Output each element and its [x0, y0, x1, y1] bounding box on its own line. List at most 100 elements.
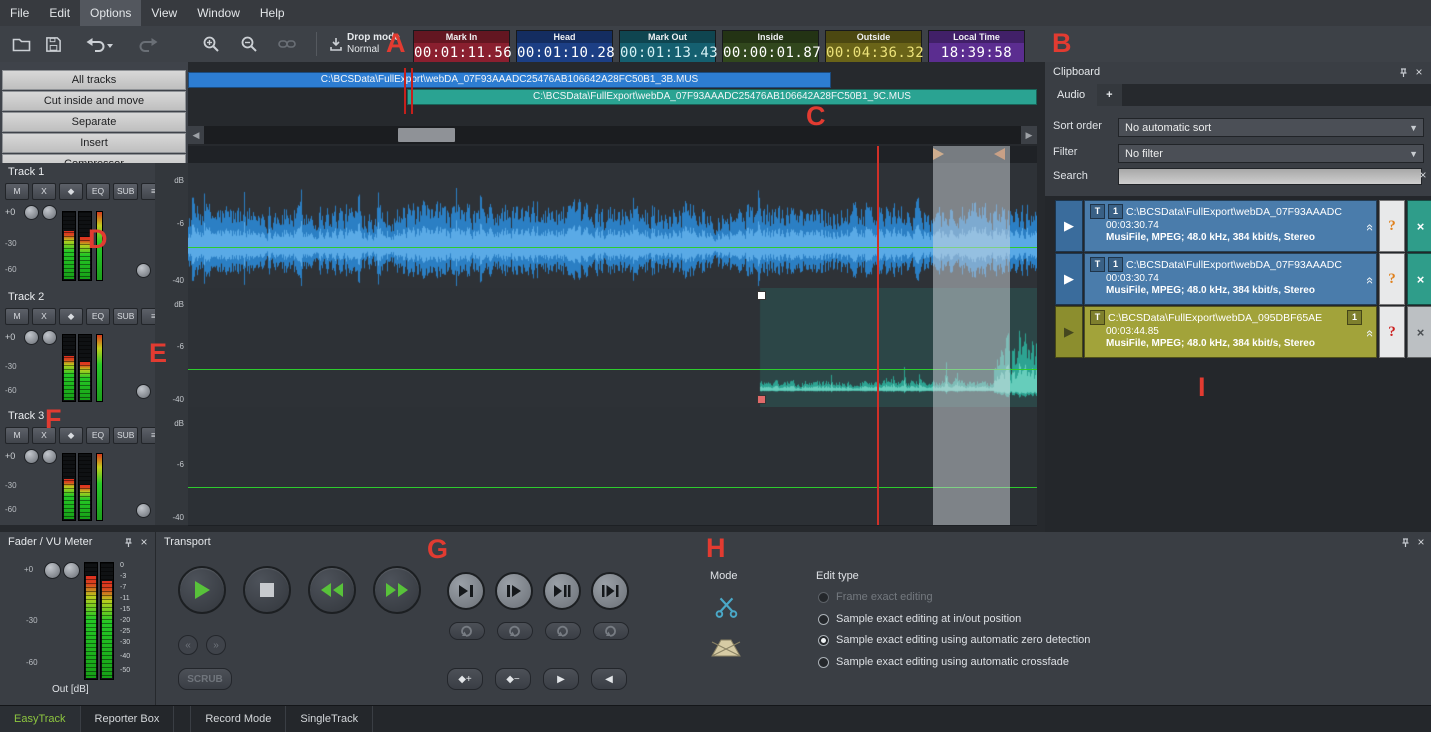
- search-clear-icon[interactable]: ×: [1417, 168, 1429, 182]
- help-question-icon[interactable]: ?: [1379, 253, 1405, 305]
- help-question-icon[interactable]: ?: [1379, 306, 1405, 358]
- cut-mode-icon[interactable]: [714, 594, 740, 620]
- timeline-ruler[interactable]: [188, 146, 1037, 164]
- overview-clip-1[interactable]: C:\BCSData\FullExport\webDA_07F93AAADC25…: [188, 72, 831, 88]
- filter-select[interactable]: No filter▼: [1118, 144, 1424, 163]
- link-tool-button[interactable]: [274, 31, 300, 57]
- eq-button[interactable]: EQ: [86, 427, 110, 444]
- sub-button[interactable]: SUB: [113, 183, 138, 200]
- gain-knob-left[interactable]: [24, 205, 39, 220]
- track2-wave-area[interactable]: [188, 288, 1037, 408]
- clip-info[interactable]: T1C:\BCSData\FullExport\webDA_07F93AAADC…: [1084, 253, 1377, 305]
- zoom-out-button[interactable]: [236, 31, 262, 57]
- all-tracks-button[interactable]: All tracks: [2, 70, 186, 90]
- clip-handle-top[interactable]: [757, 291, 766, 300]
- play-selection-button[interactable]: [591, 572, 629, 610]
- remove-clip-icon[interactable]: ×: [1407, 253, 1431, 305]
- overview-cursor[interactable]: [404, 68, 406, 114]
- close-icon[interactable]: ×: [1413, 65, 1425, 79]
- scrub-button[interactable]: SCRUB: [178, 668, 232, 690]
- cut-inside-and-move-button[interactable]: Cut inside and move: [2, 91, 186, 111]
- sub-button[interactable]: SUB: [113, 308, 138, 325]
- eq-button[interactable]: EQ: [86, 308, 110, 325]
- gain-knob-left[interactable]: [24, 449, 39, 464]
- pan-button[interactable]: ◆: [59, 308, 83, 325]
- radio-icon[interactable]: [818, 592, 829, 603]
- overview-clip-2[interactable]: C:\BCSData\FullExport\webDA_07F93AAADC25…: [407, 89, 1037, 105]
- radio-icon[interactable]: [818, 614, 829, 625]
- remove-clip-icon[interactable]: ×: [1407, 306, 1431, 358]
- tab-add[interactable]: +: [1097, 84, 1121, 106]
- stop-button[interactable]: [243, 566, 291, 614]
- timeline-scrollbar[interactable]: ◀ ▶: [188, 126, 1037, 144]
- pin-icon[interactable]: [1397, 67, 1409, 79]
- mute-button[interactable]: M: [5, 308, 29, 325]
- nudge-forward-button[interactable]: »: [206, 635, 226, 655]
- rewind-button[interactable]: [308, 566, 356, 614]
- gain-knob-right[interactable]: [42, 330, 57, 345]
- pin-icon[interactable]: [122, 537, 134, 549]
- scroll-right-button[interactable]: ▶: [1021, 126, 1037, 144]
- clip-info[interactable]: TC:\BCSData\FullExport\webDA_095DBF65AE1…: [1084, 306, 1377, 358]
- save-button[interactable]: [40, 31, 66, 57]
- nudge-back-button[interactable]: «: [178, 635, 198, 655]
- playhead-cursor[interactable]: [877, 146, 879, 525]
- play-clip-button[interactable]: ▶: [1055, 253, 1083, 305]
- track3-wave-area[interactable]: [188, 407, 1037, 526]
- out-knob-right[interactable]: [63, 562, 80, 579]
- clipboard-item[interactable]: ▶ TC:\BCSData\FullExport\webDA_095DBF65A…: [1055, 306, 1424, 358]
- track1-wave-area[interactable]: [188, 163, 1037, 289]
- mute-button[interactable]: M: [5, 183, 29, 200]
- pan-button[interactable]: ◆: [59, 427, 83, 444]
- loop-button[interactable]: [545, 622, 581, 640]
- remove-clip-icon[interactable]: ×: [1407, 200, 1431, 252]
- next-marker-button[interactable]: ▶: [543, 668, 579, 690]
- edit-option-1[interactable]: Sample exact editing at in/out position: [818, 612, 1021, 626]
- overview-cursor-2[interactable]: [411, 68, 413, 114]
- add-marker-button[interactable]: ◆+: [447, 668, 483, 690]
- separate-button[interactable]: Separate: [2, 112, 186, 132]
- fade-mode-icon[interactable]: [710, 636, 742, 658]
- collapse-chevron-icon[interactable]: «: [1363, 330, 1377, 337]
- insert-button[interactable]: Insert: [2, 133, 186, 153]
- play-to-mark-button[interactable]: [447, 572, 485, 610]
- radio-icon[interactable]: [818, 635, 829, 646]
- output-knob[interactable]: [136, 263, 151, 278]
- solo-off-button[interactable]: X: [32, 183, 56, 200]
- zoom-in-button[interactable]: [198, 31, 224, 57]
- output-knob[interactable]: [136, 384, 151, 399]
- tab-record-mode[interactable]: Record Mode: [190, 706, 286, 732]
- clip-handle-bottom[interactable]: [757, 395, 766, 404]
- clipboard-item[interactable]: ▶ T1C:\BCSData\FullExport\webDA_07F93AAA…: [1055, 253, 1424, 305]
- play-clip-button[interactable]: ▶: [1055, 200, 1083, 252]
- edit-option-3[interactable]: Sample exact editing using automatic cro…: [818, 655, 1069, 669]
- tab-audio[interactable]: Audio: [1045, 84, 1097, 106]
- undo-button[interactable]: [84, 31, 116, 57]
- loop-button[interactable]: [593, 622, 629, 640]
- play-from-mark-button[interactable]: [495, 572, 533, 610]
- help-question-icon[interactable]: ?: [1379, 200, 1405, 252]
- track2-waveform[interactable]: [188, 288, 1037, 407]
- menu-edit[interactable]: Edit: [39, 0, 80, 26]
- gain-knob-right[interactable]: [42, 205, 57, 220]
- gain-knob-left[interactable]: [24, 330, 39, 345]
- eq-button[interactable]: EQ: [86, 183, 110, 200]
- pin-icon[interactable]: [1399, 537, 1411, 549]
- menu-options[interactable]: Options: [80, 0, 141, 26]
- menu-window[interactable]: Window: [187, 0, 250, 26]
- redo-button[interactable]: [128, 31, 160, 57]
- time-selection-region[interactable]: [933, 146, 1010, 525]
- clip-info[interactable]: T1C:\BCSData\FullExport\webDA_07F93AAADC…: [1084, 200, 1377, 252]
- fast-forward-button[interactable]: [373, 566, 421, 614]
- search-input[interactable]: [1118, 168, 1422, 185]
- loop-button[interactable]: [497, 622, 533, 640]
- sub-button[interactable]: SUB: [113, 427, 138, 444]
- pan-button[interactable]: ◆: [59, 183, 83, 200]
- play-clip-button[interactable]: ▶: [1055, 306, 1083, 358]
- edit-option-0[interactable]: Frame exact editing: [818, 590, 933, 604]
- gain-knob-right[interactable]: [42, 449, 57, 464]
- sort-order-select[interactable]: No automatic sort▼: [1118, 118, 1424, 137]
- radio-icon[interactable]: [818, 657, 829, 668]
- collapse-chevron-icon[interactable]: «: [1363, 224, 1377, 231]
- track1-waveform[interactable]: [188, 163, 1037, 288]
